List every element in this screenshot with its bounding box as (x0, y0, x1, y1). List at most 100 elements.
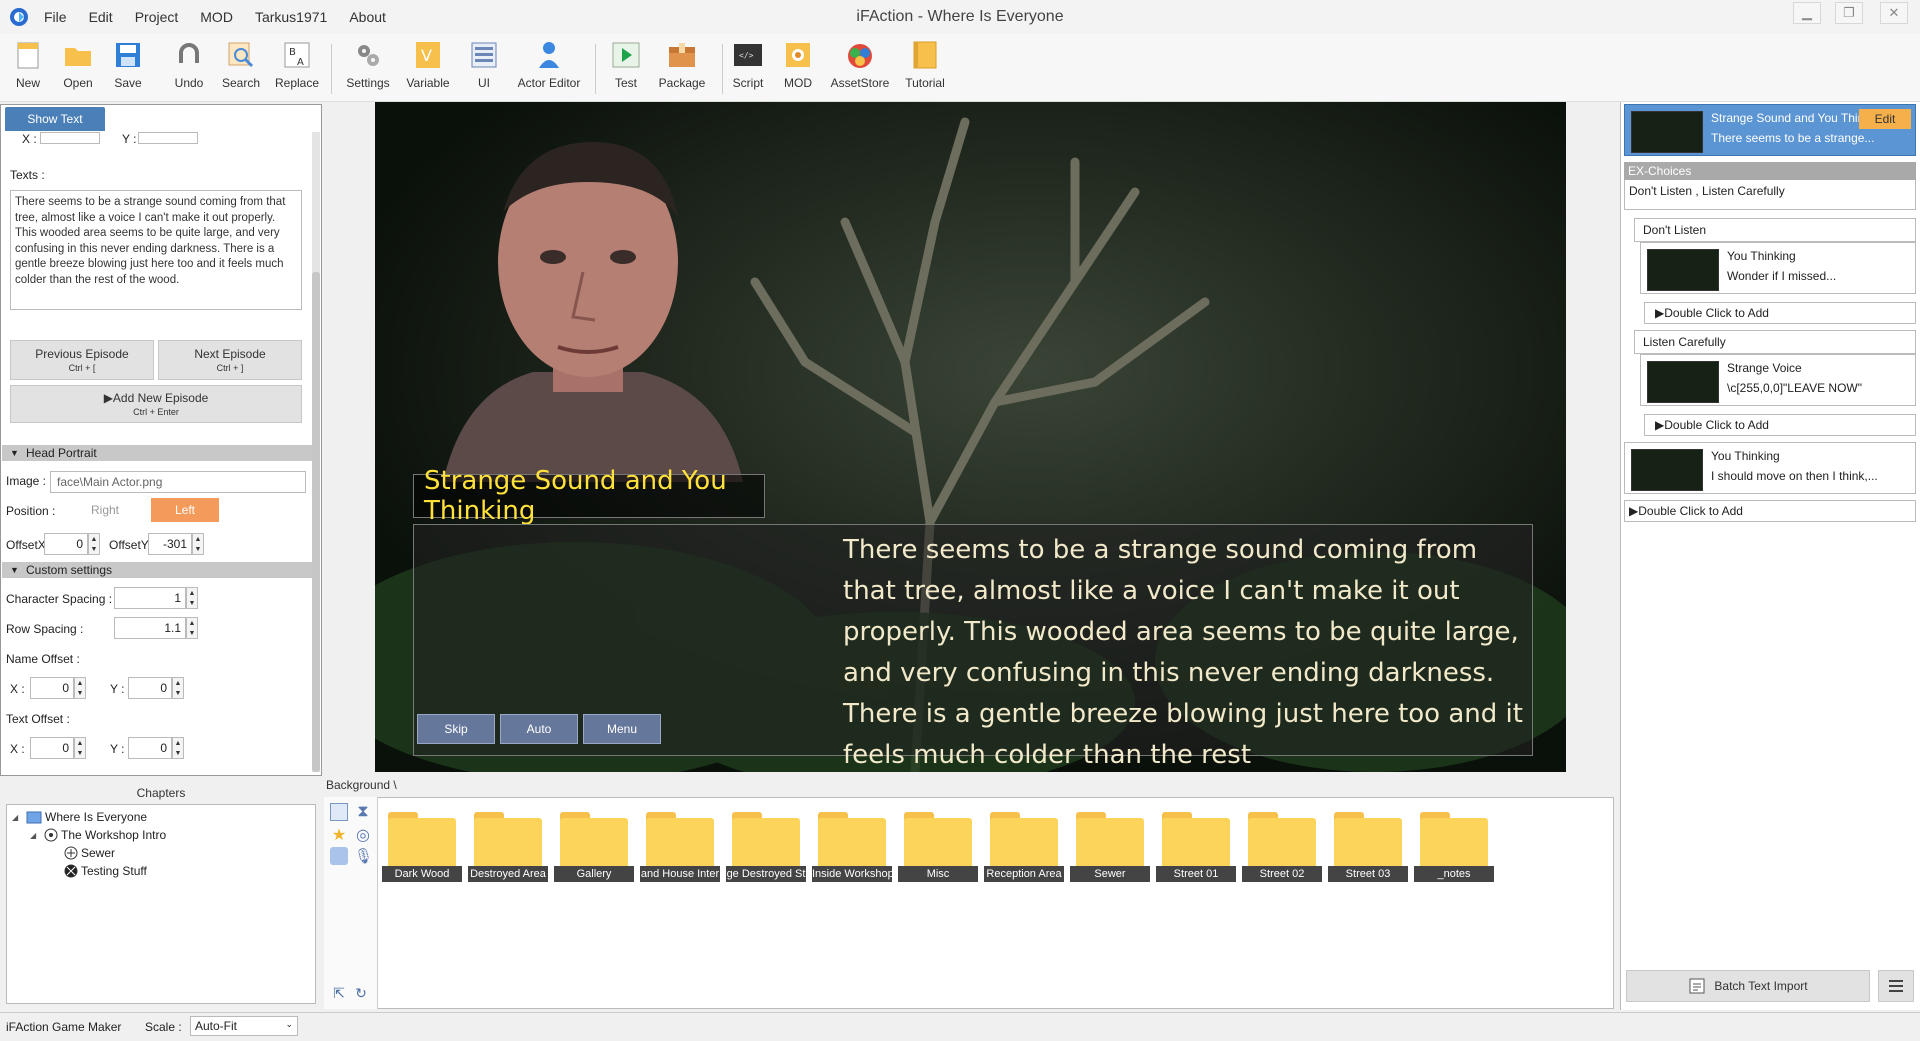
position-right-option[interactable]: Right (74, 498, 136, 522)
auto-button[interactable]: Auto (500, 714, 578, 744)
name-offset-y-input[interactable]: 0 (128, 677, 172, 699)
double-click-to-add[interactable]: ▶Double Click to Add (1644, 414, 1916, 436)
microphone-icon[interactable]: 🎙 (354, 847, 373, 865)
undo-button[interactable]: Undo (159, 40, 219, 90)
asset-folder[interactable]: Street 03 (1328, 804, 1408, 884)
refresh-icon[interactable]: ↻ (352, 985, 370, 1003)
offsetx-input[interactable]: 0 (44, 533, 88, 555)
asset-folder[interactable]: Destroyed Area (468, 804, 548, 884)
asset-folder[interactable]: Street 02 (1242, 804, 1322, 884)
assetstore-button[interactable]: AssetStore (830, 40, 890, 90)
texts-textarea[interactable]: There seems to be a strange sound coming… (10, 190, 302, 310)
character-spacing-stepper[interactable]: ▲ ▼ (186, 587, 198, 609)
asset-folder[interactable]: Sewer (1070, 804, 1150, 884)
star-icon[interactable]: ★ (330, 825, 348, 844)
search-button[interactable]: Search (211, 40, 271, 90)
custom-settings-section-header[interactable]: ▼ Custom settings (2, 562, 312, 578)
asset-folder[interactable]: _notes (1414, 804, 1494, 884)
asset-folder[interactable]: Reception Area (984, 804, 1064, 884)
offsety-stepper[interactable]: ▲ ▼ (192, 533, 204, 555)
variable-button[interactable]: V Variable (398, 40, 458, 90)
asset-folder[interactable]: Misc (898, 804, 978, 884)
double-click-to-add[interactable]: ▶Double Click to Add (1644, 302, 1916, 324)
hourglass-icon[interactable]: ⧗ (354, 803, 372, 821)
menu-edit[interactable]: Edit (89, 9, 113, 25)
asset-folder[interactable]: and House Inter (640, 804, 720, 884)
x-select[interactable] (40, 132, 100, 144)
test-button[interactable]: Test (596, 40, 656, 90)
left-panel-scrollbar[interactable] (312, 132, 320, 772)
tab-show-text[interactable]: Show Text (5, 107, 105, 131)
episode-item[interactable]: Strange Voice \c[255,0,0]"LEAVE NOW" (1640, 354, 1916, 406)
skip-button[interactable]: Skip (417, 714, 495, 744)
edit-button[interactable]: Edit (1859, 109, 1911, 129)
close-button[interactable]: ✕ (1880, 2, 1908, 24)
asset-folder[interactable]: Gallery (554, 804, 634, 884)
name-offset-x-input[interactable]: 0 (30, 677, 74, 699)
scrollbar-thumb[interactable] (312, 272, 320, 772)
ui-button[interactable]: UI (454, 40, 514, 90)
choice-dont-listen[interactable]: Don't Listen (1634, 218, 1916, 242)
offsetx-stepper[interactable]: ▲ ▼ (88, 533, 100, 555)
tutorial-button[interactable]: Tutorial (895, 40, 955, 90)
episode-item[interactable]: You Thinking I should move on then I thi… (1624, 442, 1916, 494)
episode-item[interactable]: You Thinking Wonder if I missed... (1640, 242, 1916, 294)
actor-editor-button[interactable]: Actor Editor (518, 40, 580, 90)
previous-episode-button[interactable]: Previous Episode Ctrl + [ (10, 340, 154, 380)
ui-layout-icon (469, 40, 499, 70)
maximize-button[interactable]: ❐ (1835, 2, 1863, 24)
asset-folder[interactable]: Dark Wood (382, 804, 462, 884)
text-offset-y-stepper[interactable]: ▲ ▼ (172, 737, 184, 759)
menu-file[interactable]: File (44, 9, 67, 25)
settings-button[interactable]: Settings (338, 40, 398, 90)
list-options-button[interactable] (1878, 970, 1914, 1002)
position-left-option[interactable]: Left (151, 498, 219, 522)
tree-item-chapter[interactable]: ◢ The Workshop Intro (30, 828, 166, 842)
menu-about[interactable]: About (349, 9, 386, 25)
name-offset-y-stepper[interactable]: ▲ ▼ (172, 677, 184, 699)
package-button[interactable]: Package (652, 40, 712, 90)
text-offset-x-stepper[interactable]: ▲ ▼ (74, 737, 86, 759)
disc-icon[interactable]: ◎ (354, 825, 372, 844)
choice-listen-carefully[interactable]: Listen Carefully (1634, 330, 1916, 354)
save-button[interactable]: Save (98, 40, 158, 90)
asset-folder[interactable]: ge Destroyed St (726, 804, 806, 884)
add-new-episode-button[interactable]: ▶Add New Episode Ctrl + Enter (10, 385, 302, 423)
double-click-to-add[interactable]: ▶Double Click to Add (1624, 500, 1916, 522)
replace-button[interactable]: BA Replace (267, 40, 327, 90)
expand-triangle-icon[interactable]: ◢ (30, 831, 44, 840)
menu-button[interactable]: Menu (583, 714, 661, 744)
asset-folder[interactable]: Inside Workshop (812, 804, 892, 884)
expand-triangle-icon[interactable]: ◢ (12, 813, 26, 822)
video-category-icon[interactable] (330, 847, 348, 865)
choices-summary[interactable]: Don't Listen , Listen Carefully (1624, 180, 1916, 210)
menu-mod[interactable]: MOD (200, 9, 233, 25)
tree-item-scene[interactable]: Sewer (64, 846, 115, 860)
name-offset-x-stepper[interactable]: ▲ ▼ (74, 677, 86, 699)
ex-choices-header[interactable]: EX-Choices (1624, 162, 1916, 180)
scale-select[interactable]: Auto-Fit ⌄ (190, 1016, 298, 1036)
text-offset-y-input[interactable]: 0 (128, 737, 172, 759)
tree-item-project[interactable]: ◢ Where Is Everyone (12, 810, 147, 824)
image-category-icon[interactable] (330, 803, 348, 821)
mod-button[interactable]: MOD (768, 40, 828, 90)
batch-text-import-button[interactable]: Batch Text Import (1626, 970, 1870, 1002)
portrait-image-field[interactable]: face\Main Actor.png (50, 471, 306, 493)
menu-project[interactable]: Project (135, 9, 179, 25)
folder-name: Misc (898, 866, 978, 882)
row-spacing-input[interactable]: 1.1 (114, 617, 186, 639)
text-offset-x-input[interactable]: 0 (30, 737, 74, 759)
y-select[interactable] (138, 132, 198, 144)
game-preview[interactable]: Strange Sound and You Thinking There see… (375, 102, 1566, 772)
episode-item-selected[interactable]: Strange Sound and You Think There seems … (1624, 104, 1916, 156)
offsety-input[interactable]: -301 (148, 533, 192, 555)
next-episode-button[interactable]: Next Episode Ctrl + ] (158, 340, 302, 380)
tree-item-scene[interactable]: Testing Stuff (64, 864, 147, 878)
asset-folder[interactable]: Street 01 (1156, 804, 1236, 884)
row-spacing-stepper[interactable]: ▲ ▼ (186, 617, 198, 639)
head-portrait-section-header[interactable]: ▼ Head Portrait (2, 445, 312, 461)
open-external-icon[interactable]: ⇱ (330, 985, 348, 1003)
character-spacing-input[interactable]: 1 (114, 587, 186, 609)
menu-user[interactable]: Tarkus1971 (255, 9, 327, 25)
minimize-button[interactable]: ▁ (1793, 2, 1821, 24)
